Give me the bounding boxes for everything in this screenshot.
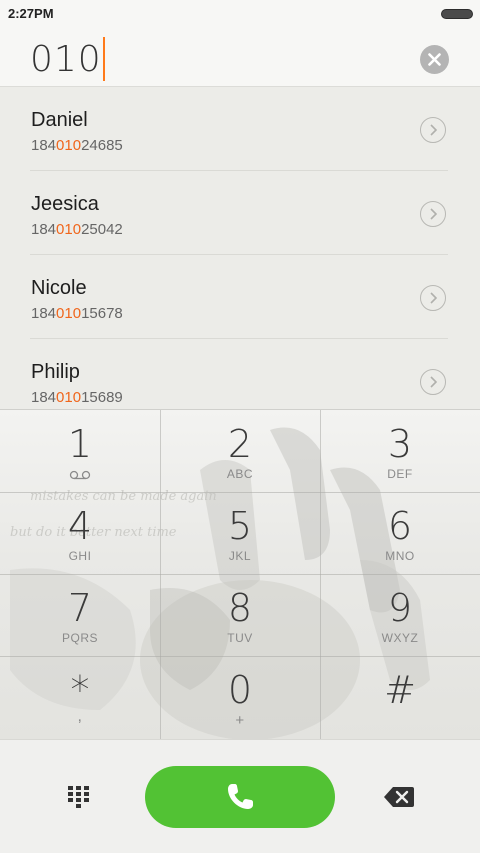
dialpad: mistakes can be made again but do it bet… — [0, 409, 480, 739]
key-5[interactable]: 5 JKL — [160, 492, 320, 574]
contact-name: Nicole — [31, 277, 87, 299]
contact-row[interactable]: Jeesica 18401025042 — [0, 171, 480, 255]
clear-icon — [428, 53, 441, 66]
contact-number: 18401025042 — [31, 221, 123, 238]
contact-name: Jeesica — [31, 193, 99, 215]
clear-button[interactable] — [420, 45, 449, 74]
text-caret — [102, 37, 105, 81]
backspace-button[interactable] — [383, 785, 415, 809]
key-1[interactable]: 1 — [0, 410, 160, 492]
dialpad-toggle-button[interactable] — [66, 784, 92, 810]
key-star[interactable]: * , — [0, 656, 160, 738]
key-9[interactable]: 9 WXYZ — [320, 574, 480, 656]
contact-row[interactable]: Philip 18401015689 — [0, 339, 480, 410]
contact-detail-button[interactable] — [420, 201, 446, 227]
chevron-right-icon — [430, 376, 438, 388]
battery-icon — [441, 9, 473, 19]
contact-detail-button[interactable] — [420, 117, 446, 143]
status-time: 2:27PM — [8, 6, 54, 21]
contact-results-list: Daniel 18401024685 Jeesica 18401025042 N… — [0, 86, 480, 410]
key-8[interactable]: 8 TUV — [160, 574, 320, 656]
dial-input-row: 010 — [0, 26, 480, 86]
contact-detail-button[interactable] — [420, 369, 446, 395]
contact-name: Philip — [31, 361, 80, 383]
key-7[interactable]: 7 PQRS — [0, 574, 160, 656]
chevron-right-icon — [430, 292, 438, 304]
dial-input[interactable]: 010 — [30, 37, 105, 81]
contact-number: 18401024685 — [31, 137, 123, 154]
key-6[interactable]: 6 MNO — [320, 492, 480, 574]
chevron-right-icon — [430, 208, 438, 220]
contact-detail-button[interactable] — [420, 285, 446, 311]
chevron-right-icon — [430, 124, 438, 136]
contact-number: 18401015678 — [31, 305, 123, 322]
voicemail-icon — [69, 470, 91, 480]
status-bar: 2:27PM — [0, 0, 480, 26]
key-0[interactable]: 0 + — [160, 656, 320, 738]
contact-row[interactable]: Nicole 18401015678 — [0, 255, 480, 339]
backspace-icon — [384, 787, 414, 807]
key-3[interactable]: 3 DEF — [320, 410, 480, 492]
key-hash[interactable]: # — [320, 656, 480, 738]
contact-number: 18401015689 — [31, 389, 123, 406]
bottom-action-bar — [0, 739, 480, 853]
dialpad-icon — [68, 786, 89, 808]
key-2[interactable]: 2 ABC — [160, 410, 320, 492]
phone-icon — [228, 784, 253, 809]
contact-name: Daniel — [31, 109, 88, 131]
dial-input-value: 010 — [30, 39, 102, 80]
contact-row[interactable]: Daniel 18401024685 — [0, 87, 480, 171]
call-button[interactable] — [145, 766, 335, 828]
key-4[interactable]: 4 GHI — [0, 492, 160, 574]
